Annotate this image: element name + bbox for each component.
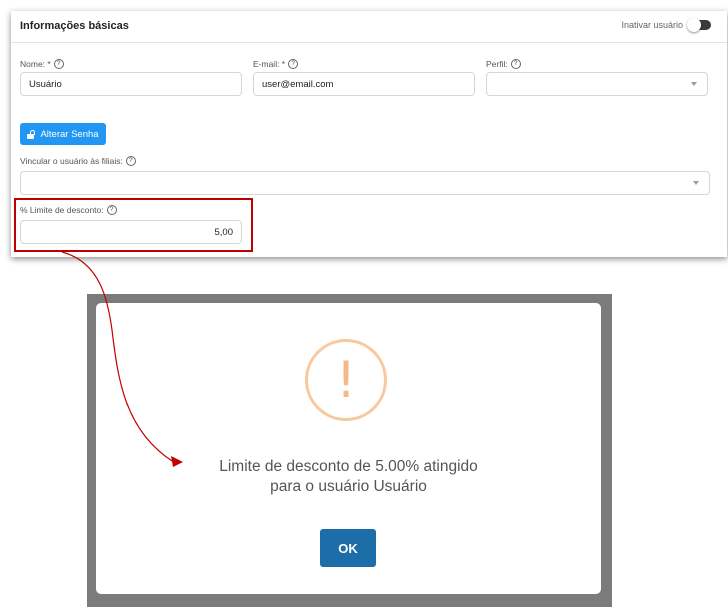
profile-select[interactable] (486, 72, 708, 96)
email-input[interactable]: user@email.com (253, 72, 475, 96)
dialog-message-line1: Limite de desconto de 5.00% atingido (219, 458, 478, 475)
warning-dialog: ! Limite de desconto de 5.00% atingido p… (96, 303, 601, 594)
help-icon[interactable]: ? (288, 59, 299, 69)
change-password-button[interactable]: Alterar Senha (20, 123, 106, 145)
help-icon[interactable]: ? (125, 156, 136, 166)
profile-label: Perfil: ? (486, 59, 521, 69)
inactivate-user-label: Inativar usuário (621, 20, 683, 30)
basic-info-panel: Informações básicas Inativar usuário Nom… (11, 11, 727, 257)
ok-button[interactable]: OK (320, 529, 376, 567)
panel-header: Informações básicas Inativar usuário (11, 11, 727, 43)
chevron-down-icon (691, 82, 697, 86)
help-icon[interactable]: ? (510, 59, 521, 69)
unlock-icon (27, 129, 36, 139)
email-label: E-mail: * ? (253, 59, 299, 69)
panel-title: Informações básicas (20, 20, 129, 32)
name-label: Nome: * ? (20, 59, 64, 69)
dialog-message-line2: para o usuário Usuário (270, 478, 427, 495)
inactivate-user-toggle[interactable] (687, 18, 711, 32)
branches-label: Vincular o usuário às filiais: ? (20, 156, 136, 166)
warning-icon: ! (305, 339, 387, 421)
discount-highlight-box (14, 198, 253, 252)
toggle-knob (687, 18, 701, 32)
dialog-message: Limite de desconto de 5.00% atingido par… (96, 457, 601, 497)
help-icon[interactable]: ? (53, 59, 64, 69)
branches-select[interactable] (20, 171, 710, 195)
chevron-down-icon (693, 181, 699, 185)
name-input[interactable]: Usuário (20, 72, 242, 96)
inactivate-user-toggle-wrap: Inativar usuário (621, 18, 711, 32)
